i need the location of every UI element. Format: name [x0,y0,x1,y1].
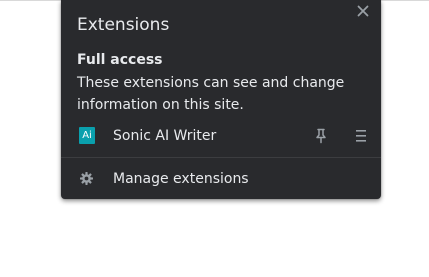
divider [61,157,381,158]
popup-title: Extensions [77,15,170,35]
manage-extensions-label: Manage extensions [113,171,249,187]
full-access-heading: Full access [77,52,163,68]
extension-name: Sonic AI Writer [113,128,217,144]
menu-icon[interactable] [355,129,367,143]
close-icon [357,5,369,17]
extension-row-sonic-ai-writer[interactable]: Ai Sonic AI Writer [61,124,381,148]
sonic-ai-writer-icon: Ai [79,127,95,144]
close-button[interactable] [355,3,371,19]
gear-icon [80,172,93,185]
extension-icon-text: Ai [82,129,92,141]
manage-extensions-button[interactable]: Manage extensions [61,167,381,191]
full-access-description: These extensions can see and change info… [77,75,345,113]
extensions-menu-popup: Extensions Full access These extensions … [61,0,381,199]
pin-icon[interactable] [314,128,328,144]
